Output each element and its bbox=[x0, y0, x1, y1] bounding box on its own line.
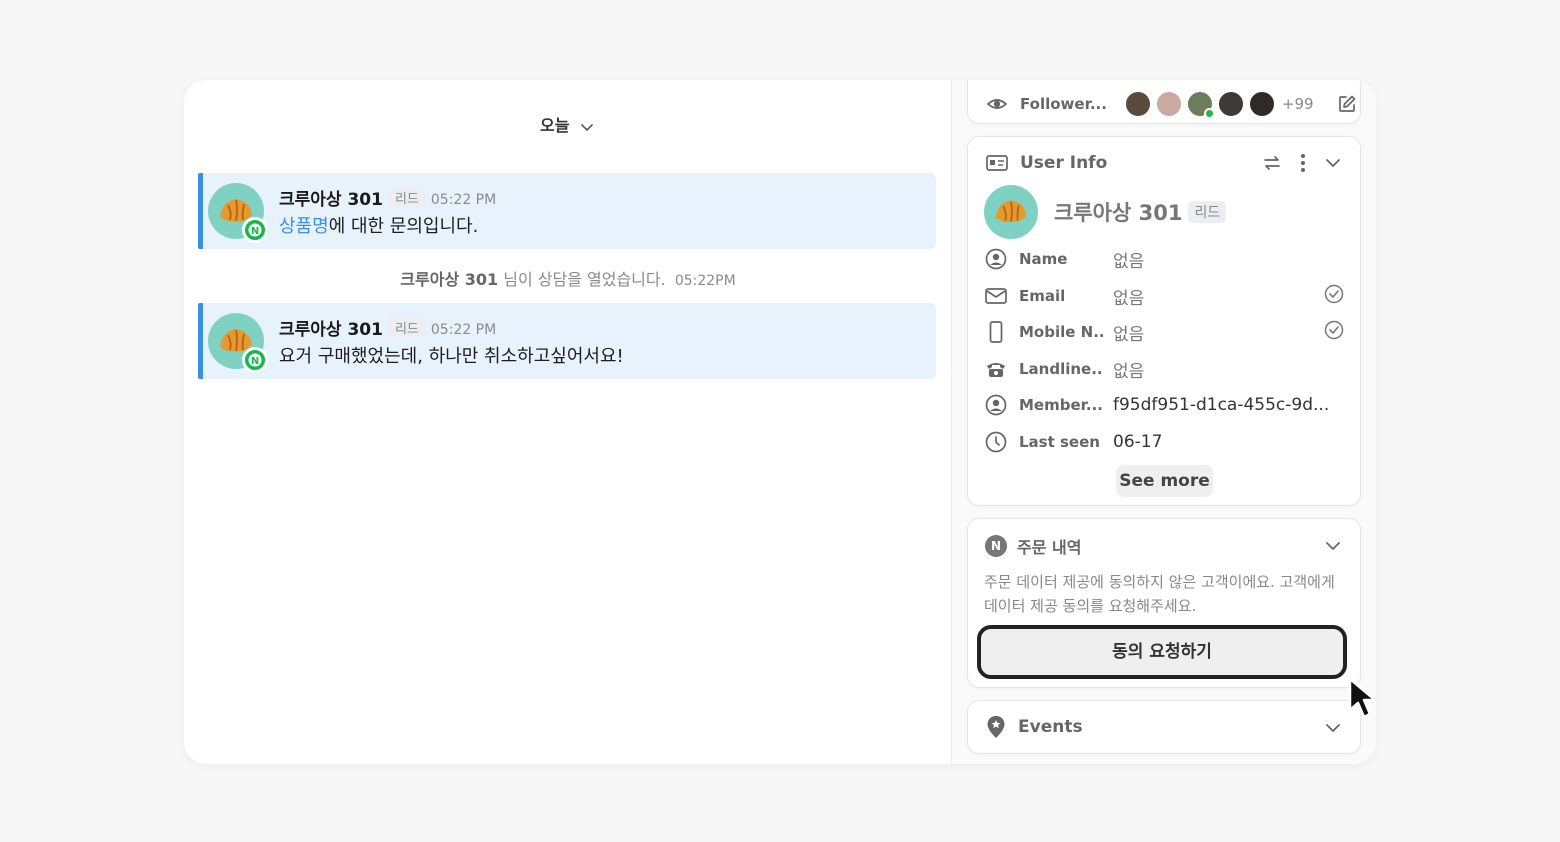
followers-label: Follower... bbox=[1020, 95, 1107, 113]
more-vertical-icon[interactable] bbox=[1300, 153, 1306, 173]
events-title: Events bbox=[1018, 717, 1083, 737]
field-label: Member... bbox=[1019, 396, 1103, 414]
lead-tag: 리드 bbox=[388, 187, 425, 208]
chat-message: N 크루아상 301 리드 05:22 PM 상품명에 대한 문의입니다. bbox=[198, 173, 936, 249]
system-name: 크루아상 301 bbox=[400, 270, 499, 289]
svg-text:N: N bbox=[251, 356, 259, 367]
product-link[interactable]: 상품명 bbox=[279, 216, 329, 237]
user-info-title: User Info bbox=[1020, 153, 1108, 173]
croissant-icon bbox=[995, 200, 1027, 223]
date-label: 오늘 bbox=[539, 116, 570, 135]
field-value: 없음 bbox=[1113, 324, 1145, 345]
chat-message: N 크루아상 301 리드 05:22 PM 요거 구매했었는데, 하나만 취소하고… bbox=[198, 303, 936, 379]
chevron-down-icon[interactable] bbox=[1324, 537, 1342, 555]
system-time: 05:22PM bbox=[674, 273, 736, 289]
field-last-seen[interactable]: Last seen 06-17 bbox=[984, 427, 1344, 457]
chevron-down-icon bbox=[581, 123, 593, 131]
field-mobile[interactable]: Mobile N... 없음 bbox=[984, 317, 1344, 347]
field-label: Name bbox=[1019, 250, 1068, 268]
user-avatar[interactable] bbox=[984, 185, 1038, 239]
message-text: 요거 구매했었는데, 하나만 취소하고싶어서요! bbox=[279, 346, 624, 367]
check-circle-icon[interactable] bbox=[1324, 320, 1344, 340]
field-landline[interactable]: Landline... 없음 bbox=[984, 354, 1344, 384]
edit-icon[interactable] bbox=[1337, 94, 1357, 114]
mail-icon bbox=[984, 284, 1008, 308]
orders-title: 주문 내역 bbox=[1017, 538, 1082, 557]
lead-tag: 리드 bbox=[388, 317, 425, 338]
follower-avatar[interactable] bbox=[1123, 90, 1152, 118]
field-label: Mobile N... bbox=[1019, 323, 1103, 341]
user-info-card: User Info 크루아상 301 리드 Name 없음 Email 없음 M… bbox=[967, 136, 1361, 506]
chat-panel: 오늘 N 크루아상 301 리드 05:22 PM 상품명에 대한 문의입니다. 크… bbox=[184, 80, 952, 764]
see-more-button[interactable]: See more bbox=[1116, 465, 1213, 497]
followers-more-count[interactable]: +99 bbox=[1282, 95, 1314, 113]
message-text: 상품명에 대한 문의입니다. bbox=[279, 212, 478, 238]
system-message: 크루아상 301 님이 상담을 열었습니다. 05:22PM bbox=[184, 266, 952, 290]
follower-avatar[interactable] bbox=[1154, 90, 1183, 118]
system-text: 님이 상담을 열었습니다. bbox=[503, 270, 666, 289]
field-email[interactable]: Email 없음 bbox=[984, 281, 1344, 311]
clock-icon bbox=[984, 430, 1008, 454]
request-consent-button[interactable]: 동의 요청하기 bbox=[977, 625, 1347, 679]
field-value: 없음 bbox=[1113, 361, 1145, 382]
lead-tag: 리드 bbox=[1188, 201, 1227, 223]
follower-avatar[interactable] bbox=[1185, 90, 1215, 119]
field-label: Email bbox=[1019, 287, 1066, 305]
check-circle-icon[interactable] bbox=[1324, 284, 1344, 304]
app-window: 오늘 N 크루아상 301 리드 05:22 PM 상품명에 대한 문의입니다. 크… bbox=[184, 80, 1376, 764]
sender-name[interactable]: 크루아상 301 bbox=[279, 320, 383, 340]
online-dot-icon bbox=[1203, 108, 1215, 119]
map-pin-star-icon bbox=[987, 716, 1005, 738]
field-label: Last seen bbox=[1019, 433, 1100, 451]
telephone-icon bbox=[984, 357, 1008, 381]
person-circle-icon bbox=[984, 247, 1008, 271]
consent-notice: 주문 데이터 제공에 동의하지 않은 고객이에요. 고객에게 데이터 제공 동의… bbox=[984, 573, 1335, 615]
field-value: f95df951-d1ca-455c-9d... bbox=[1113, 395, 1330, 415]
swap-icon[interactable] bbox=[1262, 153, 1282, 173]
follower-avatar[interactable] bbox=[1216, 90, 1245, 118]
field-value: 06-17 bbox=[1113, 432, 1163, 452]
followers-card: Follower... +99 bbox=[967, 80, 1361, 124]
chevron-down-icon[interactable] bbox=[1324, 154, 1342, 172]
avatar[interactable]: N bbox=[208, 183, 268, 243]
avatar[interactable]: N bbox=[208, 313, 268, 373]
eye-icon bbox=[986, 99, 1008, 109]
message-time: 05:22 PM bbox=[430, 322, 497, 338]
follower-avatar[interactable] bbox=[1247, 90, 1276, 118]
chevron-down-icon[interactable] bbox=[1324, 719, 1342, 737]
customer-side-panel: Follower... +99 User Info 크루아상 301 리드 Na… bbox=[952, 80, 1376, 764]
user-name: 크루아상 301 bbox=[1054, 201, 1183, 225]
mouse-cursor-icon bbox=[1348, 677, 1377, 719]
message-text-rest: 에 대한 문의입니다. bbox=[328, 216, 479, 237]
field-name[interactable]: Name 없음 bbox=[984, 244, 1344, 274]
message-header: 크루아상 301 리드 05:22 PM bbox=[279, 185, 496, 210]
follower-avatars[interactable] bbox=[1121, 90, 1276, 119]
field-member-id[interactable]: Member... f95df951-d1ca-455c-9d... bbox=[984, 390, 1344, 420]
field-label: Landline... bbox=[1019, 360, 1103, 378]
naver-talk-badge-icon: N bbox=[242, 347, 268, 373]
message-time: 05:22 PM bbox=[430, 192, 497, 208]
sender-name[interactable]: 크루아상 301 bbox=[279, 190, 383, 210]
field-value: 없음 bbox=[1113, 288, 1145, 309]
mobile-phone-icon bbox=[984, 320, 1008, 344]
naver-talk-badge-icon: N bbox=[242, 217, 268, 243]
naver-icon: N bbox=[985, 535, 1007, 557]
message-header: 크루아상 301 리드 05:22 PM bbox=[279, 315, 496, 340]
date-separator[interactable]: 오늘 bbox=[184, 112, 951, 136]
orders-card: N 주문 내역 주문 데이터 제공에 동의하지 않은 고객이에요. 고객에게 데… bbox=[967, 518, 1361, 688]
id-card-icon bbox=[986, 155, 1008, 171]
member-id-icon bbox=[984, 393, 1008, 417]
svg-text:N: N bbox=[251, 226, 259, 237]
field-value: 없음 bbox=[1113, 251, 1145, 272]
events-card[interactable]: Events bbox=[967, 700, 1361, 754]
